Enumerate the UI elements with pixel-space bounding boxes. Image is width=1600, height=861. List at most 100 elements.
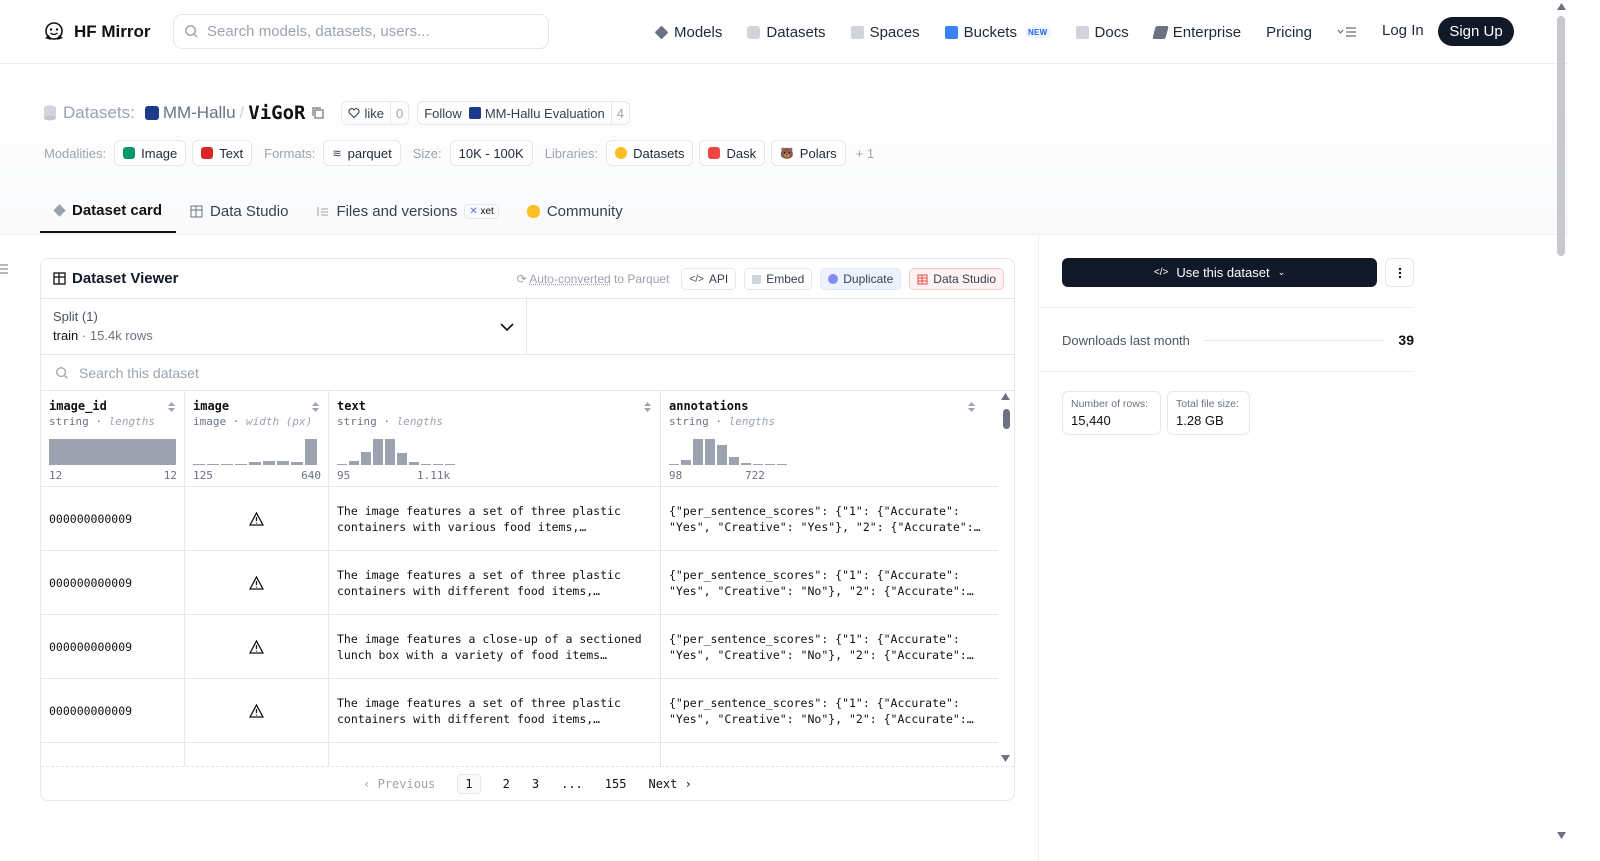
more-options-button[interactable] xyxy=(1385,258,1414,287)
more-libraries[interactable]: + 1 xyxy=(856,146,874,161)
parquet-icon: ≋ xyxy=(332,147,342,160)
table-scrollbar[interactable] xyxy=(998,391,1014,767)
duplicate-button[interactable]: Duplicate xyxy=(820,268,902,290)
auto-converted-link[interactable]: Auto-converted xyxy=(529,272,610,286)
copy-icon[interactable] xyxy=(311,106,325,120)
repo-name[interactable]: ViGoR xyxy=(248,102,305,124)
cell-text[interactable]: The image features a set of three plasti… xyxy=(329,743,661,767)
modality-text-tag[interactable]: Text xyxy=(192,140,253,166)
page-scrollbar-thumb[interactable] xyxy=(1557,16,1565,256)
page-2-button[interactable]: 2 xyxy=(503,777,510,791)
histogram-bar xyxy=(421,464,431,465)
cell-annotations-value: {"per_sentence_scores": {"1": {"Accurate… xyxy=(669,567,974,598)
tab-files-versions[interactable]: Files and versions ✕ xet xyxy=(302,189,512,233)
cell-image[interactable] xyxy=(185,615,329,678)
column-range: 98 722 xyxy=(669,469,797,482)
cell-text[interactable]: The image features a close-up of a secti… xyxy=(329,615,661,678)
embed-button[interactable]: Embed xyxy=(744,268,813,290)
range-max: 640 xyxy=(301,469,321,482)
table-row[interactable]: 000000000009 The image features a set of … xyxy=(41,487,1014,551)
cell-annotations[interactable]: {"per_sentence_scores": {"1": {"Accurate… xyxy=(661,743,1000,767)
nav-docs[interactable]: Docs xyxy=(1075,24,1129,41)
data-studio-button[interactable]: Data Studio xyxy=(909,268,1004,290)
viewer-title-text: Dataset Viewer xyxy=(72,270,179,287)
global-search-input[interactable] xyxy=(207,23,527,40)
nav-datasets[interactable]: Datasets xyxy=(747,24,826,41)
cell-image[interactable] xyxy=(185,487,329,550)
sort-icon[interactable] xyxy=(643,401,652,413)
nav-more-menu[interactable] xyxy=(1337,25,1357,39)
sidebar-toggle-icon[interactable] xyxy=(0,263,8,275)
page-3-button[interactable]: 3 xyxy=(532,777,539,791)
cell-image[interactable] xyxy=(185,679,329,742)
cell-annotations[interactable]: {"per_sentence_scores": {"1": {"Accurate… xyxy=(661,679,1000,742)
range-max: 12 xyxy=(163,469,177,482)
cell-image[interactable] xyxy=(185,551,329,614)
library-datasets-tag[interactable]: Datasets xyxy=(606,140,694,166)
login-link[interactable]: Log In xyxy=(1382,22,1424,39)
page-1-button[interactable]: 1 xyxy=(457,773,481,794)
nav-models[interactable]: Models xyxy=(654,24,722,41)
column-header-image[interactable]: image image · width (px) 125 640 xyxy=(185,391,329,487)
auto-converted-note[interactable]: ⟳ Auto-converted to Parquet xyxy=(517,272,670,286)
api-button[interactable]: </> API xyxy=(681,268,737,290)
cell-text[interactable]: The image features a set of three plasti… xyxy=(329,551,661,614)
cell-image-id[interactable] xyxy=(41,743,185,767)
use-dataset-button[interactable]: </> Use this dataset ⌄ xyxy=(1062,258,1377,287)
scroll-down-icon[interactable] xyxy=(1001,755,1010,762)
dataset-search-input[interactable] xyxy=(79,364,479,381)
divider xyxy=(1039,307,1414,308)
sort-icon[interactable] xyxy=(167,401,176,413)
size-tag[interactable]: 10K - 100K xyxy=(449,140,533,166)
column-header-annotations[interactable]: annotations string · lengths 98 722 xyxy=(661,391,1000,487)
table-row[interactable]: 000000000009 The image features a set of … xyxy=(41,551,1014,615)
next-page-button[interactable]: Next › xyxy=(648,777,691,791)
sort-icon[interactable] xyxy=(967,401,976,413)
format-tag[interactable]: ≋ parquet xyxy=(323,140,401,166)
column-header-text[interactable]: text string · lengths 95 1.11k xyxy=(329,391,661,487)
like-button[interactable]: like 0 xyxy=(341,101,410,125)
cell-text[interactable]: The image features a set of three plasti… xyxy=(329,487,661,550)
table-row[interactable]: The image features a set of three plasti… xyxy=(41,743,1014,767)
cell-image-id[interactable]: 000000000009 xyxy=(41,615,185,678)
tab-dataset-card[interactable]: Dataset card xyxy=(40,189,177,233)
nav-pricing[interactable]: Pricing xyxy=(1266,24,1312,41)
modality-image-tag[interactable]: Image xyxy=(114,140,187,166)
page-scroll-down-icon[interactable] xyxy=(1557,832,1566,839)
split-dropdown[interactable]: Split (1) train · 15.4k rows xyxy=(41,299,527,354)
global-search[interactable] xyxy=(173,14,549,49)
library-polars-tag[interactable]: 🐻 Polars xyxy=(771,140,846,166)
tab-data-studio[interactable]: Data Studio xyxy=(176,189,302,233)
page-last-button[interactable]: 155 xyxy=(605,777,627,791)
cell-image-id[interactable]: 000000000009 xyxy=(41,679,185,742)
nav-buckets-label: Buckets xyxy=(963,23,1017,41)
table-row[interactable]: 000000000009 The image features a set of … xyxy=(41,679,1014,743)
scroll-up-icon[interactable] xyxy=(1001,393,1010,400)
dataset-search[interactable] xyxy=(41,355,1014,391)
page-scroll-up-icon[interactable] xyxy=(1557,3,1566,10)
org-link[interactable]: MM-Hallu xyxy=(163,103,236,123)
cell-annotations[interactable]: {"per_sentence_scores": {"1": {"Accurate… xyxy=(661,487,1000,550)
cell-annotations[interactable]: {"per_sentence_scores": {"1": {"Accurate… xyxy=(661,551,1000,614)
signup-button[interactable]: Sign Up xyxy=(1438,17,1514,46)
scroll-thumb[interactable] xyxy=(1003,409,1010,429)
tab-community[interactable]: Community xyxy=(513,189,637,233)
follow-button[interactable]: Follow MM-Hallu Evaluation 4 xyxy=(417,101,630,125)
cell-image-id[interactable]: 000000000009 xyxy=(41,551,185,614)
nav-enterprise[interactable]: Enterprise xyxy=(1151,24,1241,41)
xet-label: xet xyxy=(480,205,494,217)
cell-image-id[interactable]: 000000000009 xyxy=(41,487,185,550)
previous-page-button[interactable]: ‹ Previous xyxy=(363,777,435,791)
histogram-bar xyxy=(337,464,347,465)
cell-text[interactable]: The image features a set of three plasti… xyxy=(329,679,661,742)
nav-buckets[interactable]: Buckets NEW xyxy=(944,23,1051,41)
pagination: ‹ Previous 1 2 3 ... 155 Next › xyxy=(41,766,1014,800)
sort-icon[interactable] xyxy=(311,401,320,413)
table-row[interactable]: 000000000009 The image features a close-u… xyxy=(41,615,1014,679)
cell-annotations[interactable]: {"per_sentence_scores": {"1": {"Accurate… xyxy=(661,615,1000,678)
brand-logo[interactable]: HF Mirror xyxy=(42,20,151,44)
nav-spaces[interactable]: Spaces xyxy=(850,24,920,41)
library-dask-tag[interactable]: Dask xyxy=(699,140,766,166)
cell-image[interactable] xyxy=(185,743,329,767)
column-header-image-id[interactable]: image_id string · lengths 12 12 xyxy=(41,391,185,487)
